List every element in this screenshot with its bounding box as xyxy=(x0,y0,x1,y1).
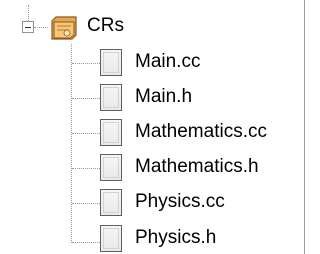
tree-item-label: Physics.h xyxy=(135,227,217,248)
tree-item-label: Mathematics.cc xyxy=(135,121,267,142)
tree-connector xyxy=(72,133,100,134)
tree-item-physics-h[interactable]: Physics.h xyxy=(100,224,300,254)
tree-item-mathematics-h[interactable]: Mathematics.h xyxy=(100,153,300,183)
folder-icon[interactable] xyxy=(48,12,80,44)
tree-item-main-h[interactable]: Main.h xyxy=(100,83,300,113)
file-icon xyxy=(100,119,122,146)
tree-item-label: Mathematics.h xyxy=(135,156,259,177)
file-icon xyxy=(100,49,122,76)
tree-item-label: Physics.cc xyxy=(135,191,225,212)
tree-root-label[interactable]: CRs xyxy=(87,14,124,38)
file-icon xyxy=(100,225,122,252)
tree-connector xyxy=(72,168,100,169)
tree-item-main-cc[interactable]: Main.cc xyxy=(100,48,300,78)
file-icon xyxy=(100,154,122,181)
tree-connector xyxy=(72,98,100,99)
tree-item-mathematics-cc[interactable]: Mathematics.cc xyxy=(100,118,300,148)
tree-item-label: Main.h xyxy=(135,86,193,107)
collapse-toggle[interactable] xyxy=(22,21,34,33)
tree-item-label: Main.cc xyxy=(135,51,201,72)
panel-edge xyxy=(304,0,305,254)
tree-connector xyxy=(72,63,100,64)
tree-connector xyxy=(72,203,100,204)
tree-connector xyxy=(72,242,100,243)
tree-connector xyxy=(71,44,72,243)
tree-item-physics-cc[interactable]: Physics.cc xyxy=(100,188,300,218)
file-icon xyxy=(100,84,122,111)
file-icon xyxy=(100,189,122,216)
tree-connector xyxy=(34,27,48,28)
tree-connector xyxy=(28,5,29,21)
